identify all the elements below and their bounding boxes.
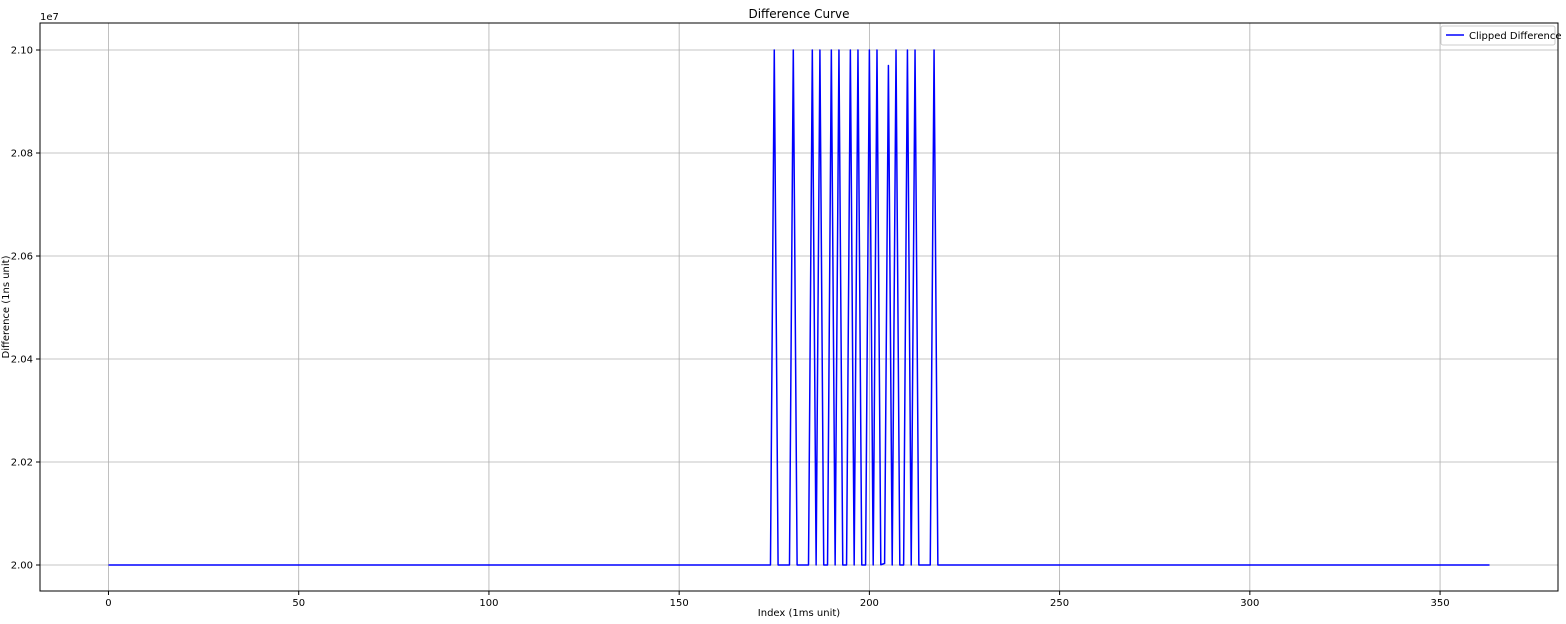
x-tick-label: 0	[105, 598, 111, 609]
y-tick-label: 2.08	[11, 149, 33, 160]
y-tick-label: 2.04	[11, 355, 33, 366]
y-tick-label: 2.06	[11, 252, 33, 263]
x-tick-label: 50	[292, 598, 305, 609]
x-tick-label: 200	[860, 598, 879, 609]
chart-title: Difference Curve	[748, 7, 849, 21]
y-tick-label: 2.02	[11, 458, 33, 469]
plot-background	[40, 23, 1558, 591]
x-tick-label: 100	[479, 598, 498, 609]
y-axis-label: Difference (1ns unit)	[1, 255, 12, 358]
y-tick-label: 2.00	[11, 561, 33, 572]
x-axis-label: Index (1ms unit)	[758, 608, 840, 619]
y-axis: 2.00 2.02 2.04 2.06 2.08 2.10	[11, 46, 40, 572]
x-tick-label: 350	[1431, 598, 1450, 609]
y-offset-label: 1e7	[40, 12, 59, 23]
y-tick-label: 2.10	[11, 46, 33, 57]
legend: Clipped Difference	[1440, 25, 1561, 46]
x-tick-label: 300	[1240, 598, 1259, 609]
chart: 0 50 100 150 200 250 300 350 2.002.022.042.062.…	[1, 7, 1561, 619]
legend-label: Clipped Difference	[1469, 31, 1561, 42]
x-tick-label: 250	[1050, 598, 1069, 609]
x-axis: 0 50 100 150 200 250 300 350	[105, 591, 1450, 609]
x-tick-label: 150	[670, 598, 689, 609]
